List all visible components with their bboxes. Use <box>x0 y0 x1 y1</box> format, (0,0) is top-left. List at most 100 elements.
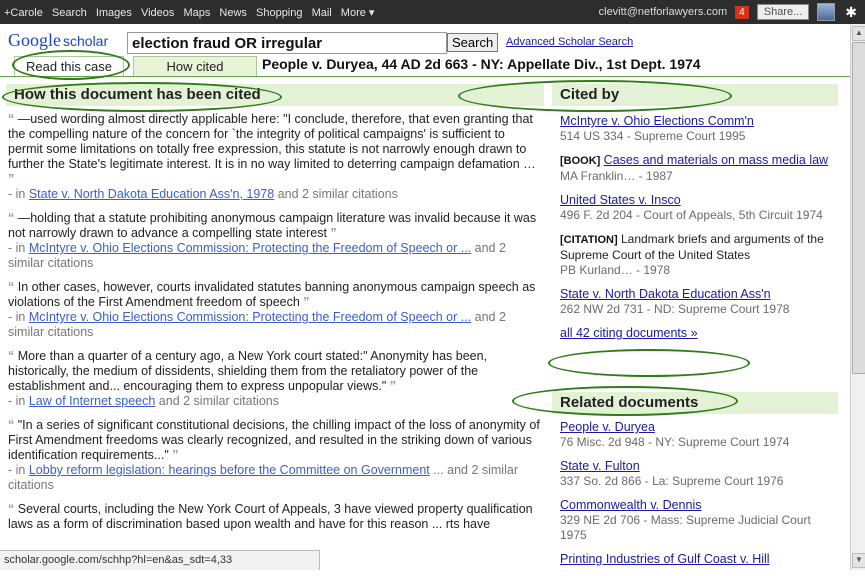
nav-maps[interactable]: Maps <box>183 7 210 19</box>
case-title: People v. Duryea, 44 AD 2d 663 - NY: App… <box>262 56 701 72</box>
nav-more[interactable]: More ▾ <box>341 7 375 19</box>
search-input[interactable] <box>127 32 447 54</box>
avatar[interactable] <box>817 3 836 21</box>
citation-text: "In a series of significant constitution… <box>8 418 540 462</box>
citation-in-prefix: - in <box>8 310 29 324</box>
related-item: State v. Fulton 337 So. 2d 866 - La: Sup… <box>560 459 830 489</box>
citation-suffix: and 2 similar citations <box>155 394 279 408</box>
nav-images[interactable]: Images <box>96 7 132 19</box>
cited-by-meta: MA Franklin… - 1987 <box>560 169 673 183</box>
citation-text: In other cases, however, courts invalida… <box>8 280 536 309</box>
citation-source-link[interactable]: McIntyre v. Ohio Elections Commission: P… <box>29 310 471 324</box>
quote-close-icon: ” <box>299 295 310 309</box>
highlight-oval-cited-by <box>458 80 732 112</box>
quote-close-icon: ” <box>168 448 179 462</box>
google-scholar-logo[interactable]: Google scholar <box>8 30 108 51</box>
scroll-up-icon[interactable]: ▲ <box>852 26 865 41</box>
highlight-oval-how-cited <box>2 82 282 112</box>
gear-icon[interactable]: ✱ <box>845 4 857 21</box>
scroll-thumb[interactable] <box>852 42 865 374</box>
quote-icon: “ <box>8 502 18 516</box>
cited-by-meta: 514 US 334 - Supreme Court 1995 <box>560 129 746 143</box>
book-tag: [BOOK] <box>560 155 601 167</box>
highlight-oval-all-citing <box>548 349 750 377</box>
citation-text: More than a quarter of a century ago, a … <box>8 349 488 393</box>
citation-text: Several courts, including the New York C… <box>8 502 533 531</box>
advanced-search-link[interactable]: Advanced Scholar Search <box>506 36 633 48</box>
related-item: Commonwealth v. Dennis 329 NE 2d 706 - M… <box>560 498 830 543</box>
cited-by-item: State v. North Dakota Education Ass'n 26… <box>560 287 830 317</box>
citation-source-link[interactable]: State v. North Dakota Education Ass'n, 1… <box>29 187 274 201</box>
highlight-oval-read-tab <box>12 50 130 80</box>
nav-search[interactable]: Search <box>52 7 87 19</box>
cited-by-meta: PB Kurland… - 1978 <box>560 263 671 277</box>
citation-text: —holding that a statute prohibiting anon… <box>8 211 537 240</box>
all-citing-documents-link[interactable]: all 42 citing documents » <box>560 326 698 340</box>
status-url: scholar.google.com/schhp?hl=en&as_sdt=4,… <box>4 554 233 566</box>
related-meta: 337 So. 2d 866 - La: Supreme Court 1976 <box>560 474 784 488</box>
citation-source-link[interactable]: Law of Internet speech <box>29 394 155 408</box>
cited-by-link[interactable]: State v. North Dakota Education Ass'n <box>560 287 771 301</box>
quote-icon: “ <box>8 211 18 225</box>
citation-item: “ —used wording almost directly applicab… <box>8 112 542 202</box>
quote-close-icon: ” <box>326 226 337 240</box>
related-link[interactable]: Printing Industries of Gulf Coast v. Hil… <box>560 552 770 566</box>
citation-list: “ —used wording almost directly applicab… <box>8 112 542 541</box>
top-bar: +Carole Search Images Videos Maps News S… <box>0 0 865 24</box>
citation-suffix: and 2 similar citations <box>274 187 398 201</box>
logo-scholar: scholar <box>63 33 109 49</box>
cited-by-item: McIntyre v. Ohio Elections Comm'n 514 US… <box>560 114 830 144</box>
related-link[interactable]: People v. Duryea <box>560 420 655 434</box>
citation-in-prefix: - in <box>8 463 29 477</box>
citation-in-prefix: - in <box>8 187 29 201</box>
nav-mail[interactable]: Mail <box>312 7 332 19</box>
cited-by-meta: 262 NW 2d 731 - ND: Supreme Court 1978 <box>560 302 790 316</box>
cited-by-item: [BOOK] Cases and materials on mass media… <box>560 153 830 184</box>
top-nav: +Carole Search Images Videos Maps News S… <box>4 6 380 19</box>
related-link[interactable]: Commonwealth v. Dennis <box>560 498 702 512</box>
quote-icon: “ <box>8 112 18 126</box>
cited-by-link[interactable]: Cases and materials on mass media law <box>604 153 828 167</box>
citation-in-prefix: - in <box>8 394 29 408</box>
cited-by-meta: 496 F. 2d 204 - Court of Appeals, 5th Ci… <box>560 208 823 222</box>
status-bar: scholar.google.com/schhp?hl=en&as_sdt=4,… <box>0 550 320 570</box>
quote-icon: “ <box>8 418 18 432</box>
related-link[interactable]: State v. Fulton <box>560 459 640 473</box>
citation-item: “ "In a series of significant constituti… <box>8 418 542 493</box>
citation-source-link[interactable]: Lobby reform legislation: hearings befor… <box>29 463 430 477</box>
citation-source-link[interactable]: McIntyre v. Ohio Elections Commission: P… <box>29 241 471 255</box>
tab-how-cited[interactable]: How cited <box>133 56 257 77</box>
nav-profile[interactable]: +Carole <box>4 7 43 19</box>
quote-icon: “ <box>8 349 18 363</box>
citation-tag: [CITATION] <box>560 234 618 246</box>
notification-badge[interactable]: 4 <box>735 5 749 19</box>
account-email[interactable]: clevitt@netforlawyers.com <box>599 6 728 18</box>
citation-text: —used wording almost directly applicable… <box>8 112 536 171</box>
nav-videos[interactable]: Videos <box>141 7 174 19</box>
account-area: clevitt@netforlawyers.com 4 Share... ✱ <box>599 3 857 21</box>
nav-shopping[interactable]: Shopping <box>256 7 303 19</box>
scroll-down-icon[interactable]: ▼ <box>852 553 865 568</box>
quote-close-icon: ” <box>386 379 396 393</box>
share-button[interactable]: Share... <box>756 4 810 20</box>
quote-close-icon: ” <box>8 172 15 186</box>
nav-news[interactable]: News <box>219 7 247 19</box>
citation-item: “ In other cases, however, courts invali… <box>8 280 542 340</box>
cited-by-link[interactable]: United States v. Insco <box>560 193 681 207</box>
citation-item: “ Several courts, including the New York… <box>8 502 542 532</box>
citation-item: “ More than a quarter of a century ago, … <box>8 349 542 409</box>
quote-icon: “ <box>8 280 18 294</box>
cited-by-list: McIntyre v. Ohio Elections Comm'n 514 US… <box>560 114 830 350</box>
logo-google: Google <box>8 30 61 50</box>
header-divider <box>0 76 850 77</box>
vertical-scrollbar[interactable]: ▲ ▼ <box>850 24 865 570</box>
cited-by-item: [CITATION] Landmark briefs and arguments… <box>560 232 830 278</box>
highlight-oval-related <box>512 386 738 416</box>
citation-in-prefix: - in <box>8 241 29 255</box>
cited-by-item: United States v. Insco 496 F. 2d 204 - C… <box>560 193 830 223</box>
citation-item: “ —holding that a statute prohibiting an… <box>8 211 542 271</box>
search-button[interactable]: Search <box>447 33 499 52</box>
cited-by-link[interactable]: McIntyre v. Ohio Elections Comm'n <box>560 114 754 128</box>
related-item: Printing Industries of Gulf Coast v. Hil… <box>560 552 830 567</box>
related-item: People v. Duryea 76 Misc. 2d 948 - NY: S… <box>560 420 830 450</box>
